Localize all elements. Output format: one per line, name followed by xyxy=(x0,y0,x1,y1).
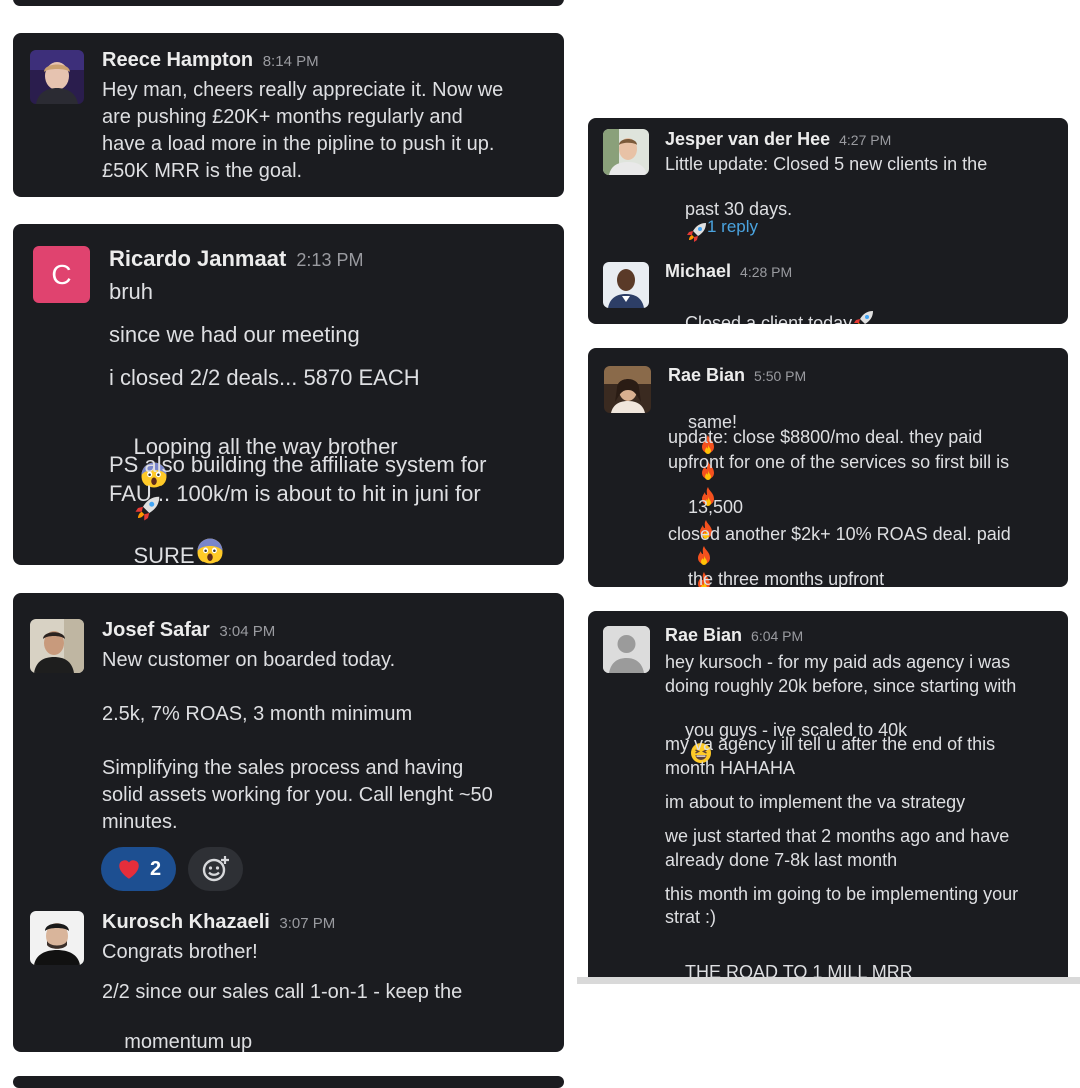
message-header: Reece Hampton 8:14 PM xyxy=(102,49,319,72)
timestamp[interactable]: 4:28 PM xyxy=(740,264,792,280)
message-text: Little update: Closed 5 new clients in t… xyxy=(665,154,988,174)
message-header: Ricardo Janmaat 2:13 PM xyxy=(109,246,363,272)
scrollbar-divider xyxy=(577,977,1080,984)
previous-message-card xyxy=(13,0,564,6)
message-text: are pushing £20K+ months regularly and xyxy=(102,106,463,128)
message-text: Congrats brother! xyxy=(102,941,258,963)
message-text: month HAHAHA xyxy=(665,758,796,778)
message-text: SURE xyxy=(133,543,195,565)
message-text: already done 7-8k last month xyxy=(665,850,898,870)
avatar[interactable] xyxy=(604,366,651,413)
reaction-count: 2 xyxy=(149,857,162,880)
message-text: update: close $8800/mo deal. they paid xyxy=(668,427,983,447)
avatar[interactable] xyxy=(30,50,84,104)
thread-reply-row[interactable]: 1 reply xyxy=(665,210,758,244)
avatar[interactable] xyxy=(603,626,650,673)
message-text: 13,500 xyxy=(688,497,744,517)
message-header: Michael 4:28 PM xyxy=(665,261,792,282)
message-text-row: momentum up xyxy=(102,1008,252,1052)
author-name[interactable]: Rae Bian xyxy=(668,365,745,385)
message-text: 2/2 since our sales call 1-on-1 - keep t… xyxy=(102,981,463,1003)
author-name[interactable]: Reece Hampton xyxy=(102,49,253,71)
message-text: since we had our meeting xyxy=(109,322,360,347)
timestamp[interactable]: 2:13 PM xyxy=(296,250,363,270)
message-card-reece: Reece Hampton 8:14 PM Hey man, cheers re… xyxy=(13,33,564,197)
message-header: Rae Bian 5:50 PM xyxy=(668,365,806,386)
author-name[interactable]: Kurosch Khazaeli xyxy=(102,911,270,933)
timestamp[interactable]: 6:04 PM xyxy=(751,628,803,644)
add-reaction-button[interactable] xyxy=(188,847,243,891)
message-text: im about to implement the va strategy xyxy=(665,792,966,812)
message-card-ricardo: C Ricardo Janmaat 2:13 PM bruh since we … xyxy=(13,224,564,565)
message-text-row: Closed a client today xyxy=(665,287,876,324)
author-name[interactable]: Ricardo Janmaat xyxy=(109,246,286,271)
message-text: Closed a client today xyxy=(685,313,853,324)
avatar[interactable] xyxy=(603,129,649,175)
message-header: Jesper van der Hee 4:27 PM xyxy=(665,129,891,150)
message-text: FAU... 100k/m is about to hit in juni fo… xyxy=(109,481,481,506)
message-card-josef: Josef Safar 3:04 PM New customer on boar… xyxy=(13,593,564,1052)
message-header: Rae Bian 6:04 PM xyxy=(665,625,803,646)
timestamp[interactable]: 8:14 PM xyxy=(263,53,319,70)
avatar[interactable] xyxy=(603,262,649,308)
author-name[interactable]: Jesper van der Hee xyxy=(665,129,830,149)
avatar-letter: C xyxy=(51,258,72,290)
timestamp[interactable]: 5:50 PM xyxy=(754,368,806,384)
message-text: we just started that 2 months ago and ha… xyxy=(665,826,1010,846)
avatar[interactable] xyxy=(30,619,84,673)
message-text-row: SURE xyxy=(109,510,225,565)
message-text: momentum up xyxy=(124,1031,253,1052)
rocket-icon xyxy=(852,308,876,324)
message-header: Josef Safar 3:04 PM xyxy=(102,619,275,642)
timestamp[interactable]: 4:27 PM xyxy=(839,132,891,148)
message-text: the three months upfront xyxy=(688,569,885,587)
avatar[interactable]: C xyxy=(33,246,90,303)
message-text-row: the three months upfront xyxy=(668,548,884,587)
message-text: £50K MRR is the goal. xyxy=(102,160,303,182)
message-card-rae-bian-2: Rae Bian 6:04 PM hey kursoch - for my pa… xyxy=(588,611,1068,980)
message-text: bruh xyxy=(109,279,154,304)
message-text: minutes. xyxy=(102,811,178,833)
message-text: Simplifying the sales process and having xyxy=(102,757,464,779)
message-header: Kurosch Khazaeli 3:07 PM xyxy=(102,911,335,934)
message-text: hey kursoch - for my paid ads agency i w… xyxy=(665,652,1011,672)
scream-emoji-icon xyxy=(195,536,225,565)
message-text: i closed 2/2 deals... 5870 EACH xyxy=(109,365,420,390)
message-text: my va agency ill tell u after the end of… xyxy=(665,734,996,754)
default-user-icon xyxy=(603,626,650,673)
author-name[interactable]: Josef Safar xyxy=(102,619,210,641)
message-card-jesper: Jesper van der Hee 4:27 PM Little update… xyxy=(588,118,1068,324)
message-text: strat :) xyxy=(665,907,717,927)
reply-avatar xyxy=(665,211,697,243)
thread-replies-link[interactable]: 1 reply xyxy=(707,217,758,237)
message-card-rae-bian-1: Rae Bian 5:50 PM same! update: close $88… xyxy=(588,348,1068,587)
message-text: this month im going to be implementing y… xyxy=(665,884,1019,904)
next-message-card xyxy=(13,1076,564,1088)
message-text: doing roughly 20k before, since starting… xyxy=(665,676,1017,696)
message-text: have a load more in the pipline to push … xyxy=(102,133,495,155)
author-name[interactable]: Michael xyxy=(665,261,731,281)
message-text: upfront for one of the services so first… xyxy=(668,452,1010,472)
avatar[interactable] xyxy=(30,911,84,965)
message-text: New customer on boarded today. xyxy=(102,649,396,671)
heart-icon xyxy=(116,856,142,882)
message-text: closed another $2k+ 10% ROAS deal. paid xyxy=(668,524,1011,544)
message-text-row: THE ROAD TO 1 MILL MRR xyxy=(665,941,913,980)
author-name[interactable]: Rae Bian xyxy=(665,625,742,645)
heart-reaction-button[interactable]: 2 xyxy=(101,847,176,891)
message-text: Hey man, cheers really appreciate it. No… xyxy=(102,79,504,101)
timestamp[interactable]: 3:07 PM xyxy=(279,915,335,932)
message-text: PS also building the affiliate system fo… xyxy=(109,452,487,477)
add-reaction-icon xyxy=(201,854,231,884)
message-text: solid assets working for you. Call lengh… xyxy=(102,784,493,806)
message-text: 2.5k, 7% ROAS, 3 month minimum xyxy=(102,703,413,725)
timestamp[interactable]: 3:04 PM xyxy=(219,623,275,640)
